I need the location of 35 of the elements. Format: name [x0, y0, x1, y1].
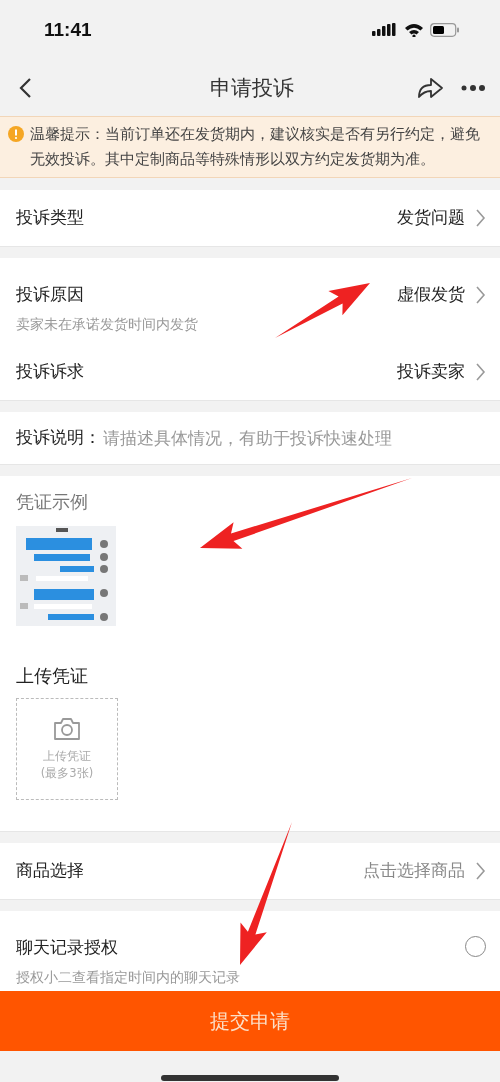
back-icon [18, 77, 32, 99]
more-icon [460, 84, 486, 92]
share-icon [416, 76, 444, 100]
row-label: 投诉诉求 [16, 361, 84, 383]
status-time: 11:41 [44, 19, 92, 41]
complaint-type-row[interactable]: 投诉类型 发货问题 [0, 190, 500, 246]
hint-text: 卖家未在承诺发货时间内发货 [16, 316, 198, 334]
description-field[interactable]: 投诉说明：请描述具体情况，有助于投诉快速处理 [0, 412, 500, 465]
product-select-row[interactable]: 商品选择 点击选择商品 [0, 843, 500, 899]
field-label: 投诉说明： [16, 427, 101, 449]
row-label: 商品选择 [16, 860, 84, 882]
placeholder-text: 点击选择商品 [363, 860, 465, 882]
signal-icon [372, 23, 398, 37]
warning-icon [8, 126, 24, 142]
hint-text: 授权小二查看指定时间内的聊天记录 [16, 969, 240, 987]
chevron-icon [475, 208, 486, 228]
chevron-icon [475, 285, 486, 305]
section-title: 凭证示例 [16, 490, 88, 514]
complaint-demand-row[interactable]: 投诉诉求 投诉卖家 [0, 344, 500, 400]
camera-icon [53, 717, 81, 741]
wifi-icon [404, 23, 424, 37]
row-label: 投诉类型 [16, 207, 84, 229]
complaint-reason-row[interactable]: 投诉原因 虚假发货 [0, 258, 500, 310]
section-title: 上传凭证 [16, 664, 88, 688]
row-value: 虚假发货 [397, 284, 465, 306]
battery-icon [430, 23, 460, 37]
row-label: 聊天记录授权 [16, 937, 118, 959]
notice-text: 温馨提示：当前订单还在发货期内，建议核实是否有另行约定，避免无效投诉。其中定制商品等特殊情形以双方约定发货期为准。 [30, 125, 481, 169]
chevron-icon [475, 861, 486, 881]
row-label: 投诉原因 [16, 284, 84, 306]
row-value: 发货问题 [397, 207, 465, 229]
description-input[interactable]: 请描述具体情况，有助于投诉快速处理 [101, 428, 484, 448]
chevron-icon [475, 362, 486, 382]
row-value: 投诉卖家 [397, 361, 465, 383]
page-title: 申请投诉 [210, 75, 294, 102]
